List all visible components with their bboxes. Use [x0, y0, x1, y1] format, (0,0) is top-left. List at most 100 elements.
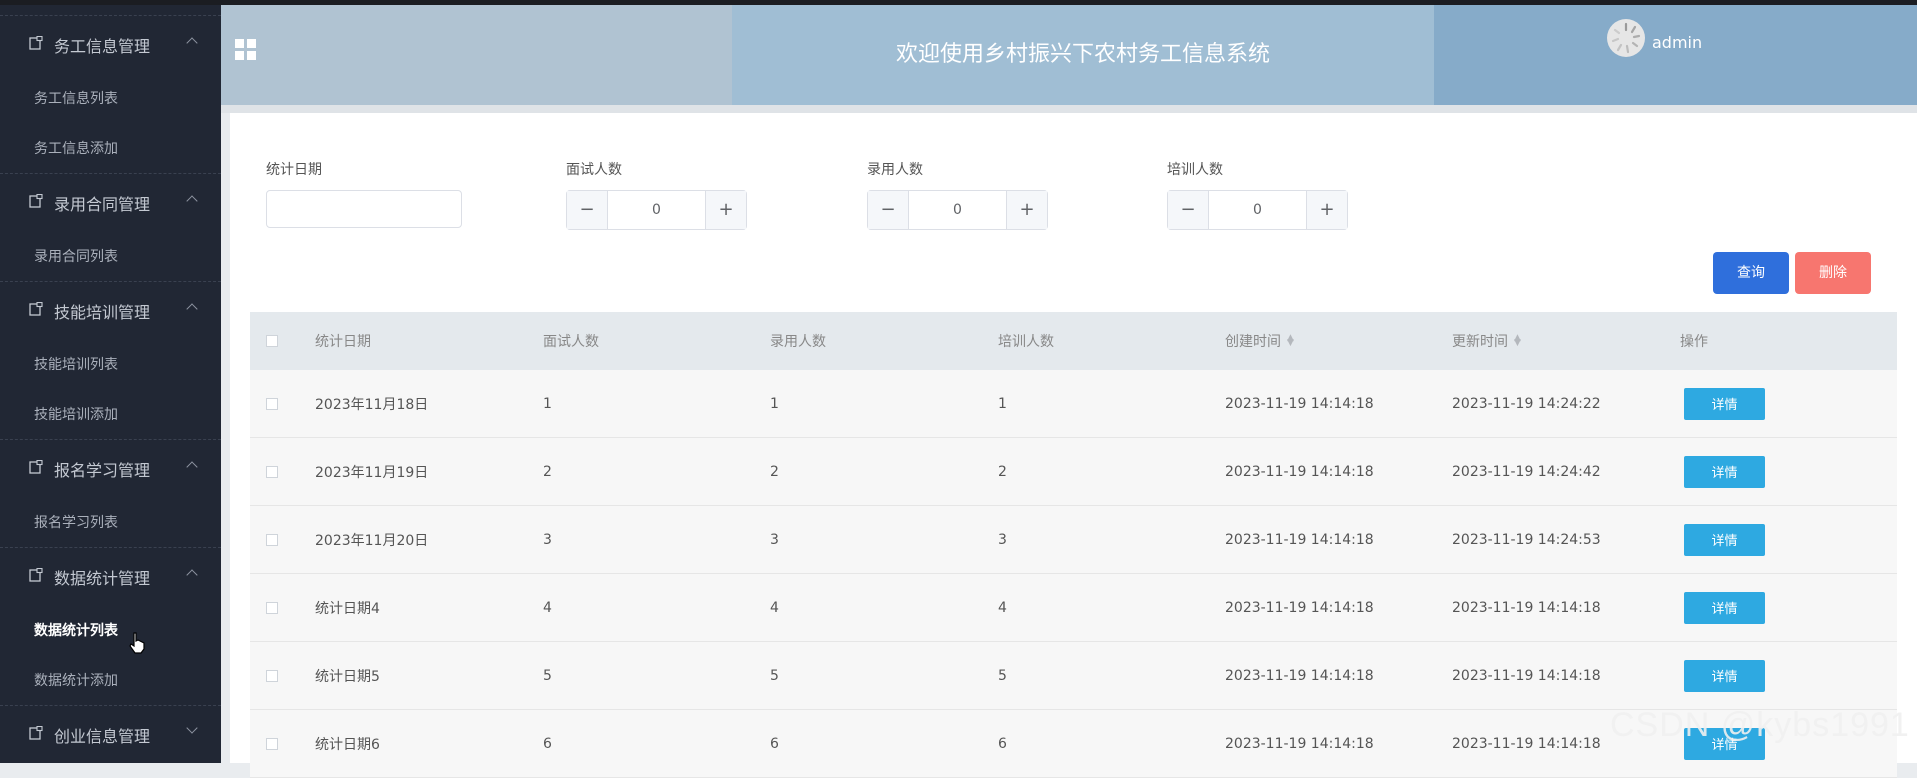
menu-icon — [29, 194, 43, 208]
column-header-created[interactable]: 创建时间 ▲ ▼ — [1225, 312, 1294, 370]
cell-hire: 4 — [770, 599, 779, 616]
menu-head-label: 务工信息管理 — [54, 37, 151, 56]
train-value[interactable]: 0 — [1209, 191, 1306, 229]
column-header-date: 统计日期 — [315, 334, 371, 350]
select-all-checkbox[interactable] — [266, 335, 278, 347]
table-row: 统计日期4 4 4 4 2023-11-19 14:14:18 2023-11-19 14… — [250, 574, 1897, 642]
interview-plus-button[interactable]: + — [705, 191, 746, 229]
sidebar-item-enroll-list[interactable]: 报名学习列表 — [0, 497, 221, 547]
row-checkbox[interactable] — [266, 601, 278, 614]
menu-group-contract: 录用合同管理 录用合同列表 — [0, 173, 221, 281]
menu-group-worker-info: 务工信息管理 务工信息列表 务工信息添加 — [0, 15, 221, 173]
cell-date: 统计日期5 — [315, 668, 380, 685]
sidebar-item-worker-list[interactable]: 务工信息列表 — [0, 73, 221, 123]
train-plus-button[interactable]: + — [1306, 191, 1347, 229]
table-header: 统计日期 面试人数 录用人数 培训人数 创建时间 ▲ ▼ 更新时间 ▲ ▼ 操作 — [250, 312, 1897, 370]
hire-value[interactable]: 0 — [909, 191, 1006, 229]
menu-icon — [29, 726, 43, 740]
menu-head-worker-info[interactable]: 务工信息管理 — [0, 16, 221, 73]
column-header-hire: 录用人数 — [770, 334, 826, 350]
header-divider — [221, 105, 1917, 113]
detail-button[interactable]: 详情 — [1684, 523, 1765, 556]
cell-date: 2023年11月19日 — [315, 464, 429, 481]
column-header-updated[interactable]: 更新时间 ▲ ▼ — [1452, 312, 1521, 370]
cell-updated: 2023-11-19 14:24:22 — [1452, 395, 1601, 412]
interview-minus-button[interactable]: − — [567, 191, 608, 229]
main-panel: 统计日期 面试人数 − 0 + 录用人数 − 0 + 培训人数 − 0 + 查询… — [230, 113, 1917, 778]
table-row: 2023年11月20日 3 3 3 2023-11-19 14:14:18 2023-11… — [250, 506, 1897, 574]
cell-train: 1 — [998, 395, 1007, 412]
row-checkbox[interactable] — [266, 669, 278, 682]
sidebar-item-contract-list[interactable]: 录用合同列表 — [0, 231, 221, 281]
detail-button[interactable]: 详情 — [1684, 659, 1765, 692]
cell-updated: 2023-11-19 14:14:18 — [1452, 667, 1601, 684]
sidebar: 务工信息管理 务工信息列表 务工信息添加 录用合同管理 录用合同列表 技能培训管… — [0, 5, 221, 763]
hire-plus-button[interactable]: + — [1006, 191, 1047, 229]
detail-button[interactable]: 详情 — [1684, 387, 1765, 420]
menu-head-training[interactable]: 技能培训管理 — [0, 282, 221, 339]
hire-stepper[interactable]: − 0 + — [867, 190, 1048, 230]
username[interactable]: admin — [1652, 33, 1702, 52]
chevron-up-icon — [186, 37, 198, 49]
cell-interview: 3 — [543, 531, 552, 548]
menu-head-enroll[interactable]: 报名学习管理 — [0, 440, 221, 497]
cell-actions: 详情 — [1684, 642, 1765, 709]
row-checkbox[interactable] — [266, 737, 278, 750]
menu-group-statistics: 数据统计管理 数据统计列表 数据统计添加 — [0, 547, 221, 705]
cell-date: 统计日期4 — [315, 600, 380, 617]
cell-hire: 6 — [770, 735, 779, 752]
detail-button[interactable]: 详情 — [1684, 591, 1765, 624]
menu-head-contract[interactable]: 录用合同管理 — [0, 174, 221, 231]
detail-button[interactable]: 详情 — [1684, 455, 1765, 488]
date-filter-input[interactable] — [266, 190, 462, 228]
hire-minus-button[interactable]: − — [868, 191, 909, 229]
cell-actions: 详情 — [1684, 574, 1765, 641]
cell-updated: 2023-11-19 14:14:18 — [1452, 599, 1601, 616]
menu-head-startup[interactable]: 创业信息管理 — [0, 706, 221, 763]
sidebar-item-statistics-add[interactable]: 数据统计添加 — [0, 655, 221, 705]
menu-icon — [29, 36, 43, 50]
grid-menu-icon[interactable] — [235, 39, 257, 61]
sidebar-item-label: 报名学习列表 — [34, 515, 118, 531]
sidebar-item-label: 数据统计列表 — [34, 623, 118, 639]
cell-created: 2023-11-19 14:14:18 — [1225, 395, 1374, 412]
cell-train: 2 — [998, 463, 1007, 480]
sidebar-item-training-add[interactable]: 技能培训添加 — [0, 389, 221, 439]
sidebar-item-statistics-list[interactable]: 数据统计列表 — [0, 605, 221, 655]
menu-icon — [29, 568, 43, 582]
row-checkbox[interactable] — [266, 465, 278, 478]
cell-updated: 2023-11-19 14:24:42 — [1452, 463, 1601, 480]
row-checkbox[interactable] — [266, 397, 278, 410]
page-title: 欢迎使用乡村振兴下农村务工信息系统 — [895, 42, 1270, 67]
top-header: 欢迎使用乡村振兴下农村务工信息系统 admin — [221, 5, 1917, 105]
chevron-down-icon — [186, 722, 198, 734]
interview-stepper[interactable]: − 0 + — [566, 190, 747, 230]
cell-train: 3 — [998, 531, 1007, 548]
menu-group-startup: 创业信息管理 — [0, 705, 221, 763]
sidebar-item-label: 务工信息添加 — [34, 141, 118, 157]
train-stepper[interactable]: − 0 + — [1167, 190, 1348, 230]
table-row: 统计日期5 5 5 5 2023-11-19 14:14:18 2023-11-19 14… — [250, 642, 1897, 710]
cell-interview: 1 — [543, 395, 552, 412]
row-checkbox[interactable] — [266, 533, 278, 546]
menu-head-statistics[interactable]: 数据统计管理 — [0, 548, 221, 605]
hand-cursor-icon — [129, 632, 145, 654]
delete-button[interactable]: 删除 — [1795, 252, 1871, 294]
menu-head-label: 录用合同管理 — [54, 195, 151, 214]
train-minus-button[interactable]: − — [1168, 191, 1209, 229]
sidebar-item-worker-add[interactable]: 务工信息添加 — [0, 123, 221, 173]
avatar[interactable] — [1607, 19, 1645, 57]
menu-group-training: 技能培训管理 技能培训列表 技能培训添加 — [0, 281, 221, 439]
interview-value[interactable]: 0 — [608, 191, 705, 229]
cell-date: 统计日期6 — [315, 736, 380, 753]
chevron-up-icon — [186, 195, 198, 207]
column-header-actions: 操作 — [1680, 334, 1708, 350]
query-button[interactable]: 查询 — [1713, 252, 1789, 294]
cell-interview: 2 — [543, 463, 552, 480]
sort-icon[interactable]: ▲ ▼ — [1287, 334, 1294, 348]
cell-interview: 5 — [543, 667, 552, 684]
cell-created: 2023-11-19 14:14:18 — [1225, 463, 1374, 480]
menu-group-enroll: 报名学习管理 报名学习列表 — [0, 439, 221, 547]
sidebar-item-training-list[interactable]: 技能培训列表 — [0, 339, 221, 389]
sort-icon[interactable]: ▲ ▼ — [1514, 334, 1521, 348]
